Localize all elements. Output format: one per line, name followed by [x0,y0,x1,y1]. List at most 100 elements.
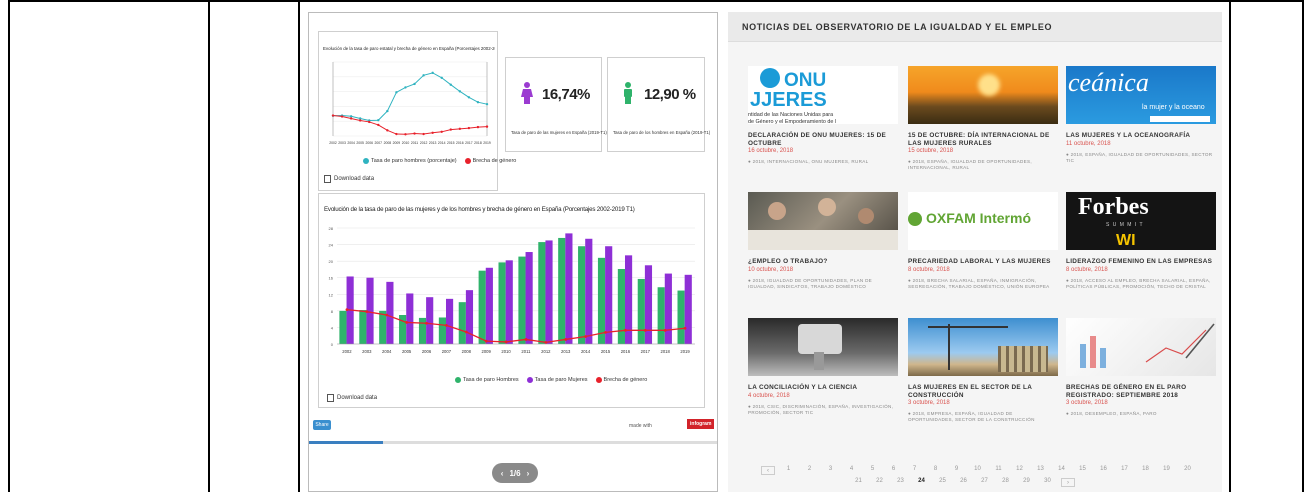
legend-item[interactable]: Tasa de paro Mujeres [526,377,588,383]
pagination-page[interactable]: 26 [953,478,974,487]
pagination-page[interactable]: 11 [988,466,1009,475]
pagination-page[interactable]: 30 [1037,478,1058,487]
news-item-tags[interactable]: ● 2018, EMPRESA, ESPAÑA, IGUALDAD DE OPO… [908,411,1058,423]
x-tick-label: 2013 [561,349,571,354]
data-point [431,131,434,134]
news-thumbnail[interactable] [748,192,898,250]
news-thumbnail[interactable]: ceánica la mujer y la oceano [1066,66,1216,124]
pagination-page[interactable]: 25 [932,478,953,487]
data-point [440,76,443,79]
news-item-date: 8 octubre, 2018 [1066,266,1108,273]
y-tick-label: 20 [329,259,334,264]
pagination-page[interactable]: 24 [911,478,932,487]
news-header: NOTICIAS DEL OBSERVATORIO DE LA IGUALDAD… [728,12,1222,42]
news-thumbnail[interactable] [748,318,898,376]
pagination-page[interactable]: 28 [995,478,1016,487]
news-item-tags[interactable]: ● 2018, CSIC, DISCRIMINACIÓN, ESPAÑA, IN… [748,404,898,416]
data-point [623,328,627,332]
pagination-page[interactable]: 16 [1093,466,1114,475]
news-item-title[interactable]: BRECHAS DE GÉNERO EN EL PARO REGISTRADO:… [1066,384,1216,399]
slide-pager: ‹ 1/6 › [492,463,538,483]
pagination-page[interactable]: 10 [967,466,988,475]
data-point [377,119,380,122]
news-thumbnail[interactable]: ONU JJERES ntidad de las Naciones Unidas… [748,66,898,124]
news-thumbnail[interactable] [1066,318,1216,376]
bar-mujeres [485,267,493,344]
pagination-page[interactable]: 23 [890,478,911,487]
data-point [385,313,389,317]
news-item-title[interactable]: LIDERAZGO FEMENINO EN LAS EMPRESAS [1066,258,1216,266]
pagination-page[interactable]: 20 [1177,466,1198,475]
pagination-page[interactable]: 8 [925,466,946,475]
news-thumbnail[interactable] [908,318,1058,376]
pagination-page[interactable]: 12 [1009,466,1030,475]
news-item: LAS MUJERES EN EL SECTOR DE LA CONSTRUCC… [908,318,1058,423]
data-point [405,321,409,324]
data-point [365,310,369,314]
x-tick-label: 2019 [483,141,491,145]
legend-item[interactable]: Brecha de género [464,158,516,164]
pagination-page[interactable]: 7 [904,466,925,475]
news-item-title[interactable]: ¿EMPLEO O TRABAJO? [748,258,898,266]
pagination-page[interactable]: 22 [869,478,890,487]
x-tick-label: 2013 [429,141,437,145]
next-slide-button[interactable]: › [527,469,530,478]
news-item-title[interactable]: 15 DE OCTUBRE: DÍA INTERNACIONAL DE LAS … [908,132,1058,147]
pagination-page[interactable]: 13 [1030,466,1051,475]
news-thumbnail[interactable]: Forbes S U M M I T WI [1066,192,1216,250]
news-item-tags[interactable]: ● 2018, ESPAÑA, IGUALDAD DE OPORTUNIDADE… [1066,152,1216,164]
bar-hombres [558,237,566,344]
female-icon [521,82,533,104]
news-item-title[interactable]: LAS MUJERES EN EL SECTOR DE LA CONSTRUCC… [908,384,1058,399]
pagination-next-button[interactable]: › [1061,478,1075,487]
pagination-prev-button[interactable]: ‹ [761,466,775,475]
data-point [395,132,398,136]
share-button[interactable]: Share [313,420,331,430]
slide-progress-fill [309,441,383,444]
page: Evolución de la tasa de paro estatal y b… [0,0,1312,492]
news-item-tags[interactable]: ● 2018, ESPAÑA, IGUALDAD DE OPORTUNIDADE… [908,159,1058,171]
line-chart-legend: Tasa de paro hombres (porcentaje) Brecha… [363,158,516,164]
pagination-page[interactable]: 1 [778,466,799,475]
news-item-tags[interactable]: ● 2018, BRECHA SALARIAL, ESPAÑA, INMIGRA… [908,278,1058,290]
pagination-page[interactable]: 9 [946,466,967,475]
legend-item[interactable]: Brecha de género [595,377,647,383]
prev-slide-button[interactable]: ‹ [501,469,504,478]
news-item-tags[interactable]: ● 2018, DESEMPLEO, ESPAÑA, PARO [1066,411,1216,417]
pagination-page[interactable]: 4 [841,466,862,475]
legend-item[interactable]: Tasa de paro Hombres [455,377,519,383]
news-item-tags[interactable]: ● 2018, IGUALDAD DE OPORTUNIDADES, PLAN … [748,278,898,290]
news-item-title[interactable]: PRECARIEDAD LABORAL Y LAS MUJERES [908,258,1058,266]
news-item-title[interactable]: DECLARACIÓN DE ONU MUJERES: 15 DE OCTUBR… [748,132,898,147]
pagination-page[interactable]: 5 [862,466,883,475]
pagination-page[interactable]: 29 [1016,478,1037,487]
bar-chart-download[interactable]: Download data [327,394,377,402]
pagination-page[interactable]: 6 [883,466,904,475]
news-thumbnail[interactable]: OXFAM Intermó [908,192,1058,250]
pagination-page[interactable]: 27 [974,478,995,487]
data-point [544,340,548,344]
pagination-page[interactable]: 14 [1051,466,1072,475]
pagination-page[interactable]: 15 [1072,466,1093,475]
y-tick-label: 8 [331,309,334,314]
data-point [584,335,588,338]
news-thumbnail[interactable] [908,66,1058,124]
pagination-page[interactable]: 18 [1135,466,1156,475]
pagination-page[interactable]: 17 [1114,466,1135,475]
news-item-title[interactable]: LA CONCILIACIÓN Y LA CIENCIA [748,384,898,392]
data-point [422,132,425,136]
news-item: Forbes S U M M I T WI LIDERAZGO FEMENINO … [1066,192,1216,290]
pagination-page[interactable]: 21 [848,478,869,487]
news-item-tags[interactable]: ● 2018, INTERNACIONAL, ONU MUJERES, RURA… [748,159,898,165]
pagination-page[interactable]: 3 [820,466,841,475]
pagination-page[interactable]: 2 [799,466,820,475]
legend-item[interactable]: Tasa de paro hombres (porcentaje) [363,158,457,164]
line-chart-download[interactable]: Download data [324,175,374,183]
pagination-page[interactable]: 19 [1156,466,1177,475]
news-item-tags[interactable]: ● 2018, ACCESO AL EMPLEO, BRECHA SALARIA… [1066,278,1216,290]
news-item-date: 16 octubre, 2018 [748,148,794,154]
x-tick-label: 2006 [422,349,432,354]
infogram-logo[interactable]: infogram [687,419,715,429]
tag-icon: ● [908,277,913,283]
news-item-title[interactable]: LAS MUJERES Y LA OCEANOGRAFÍA [1066,132,1216,140]
